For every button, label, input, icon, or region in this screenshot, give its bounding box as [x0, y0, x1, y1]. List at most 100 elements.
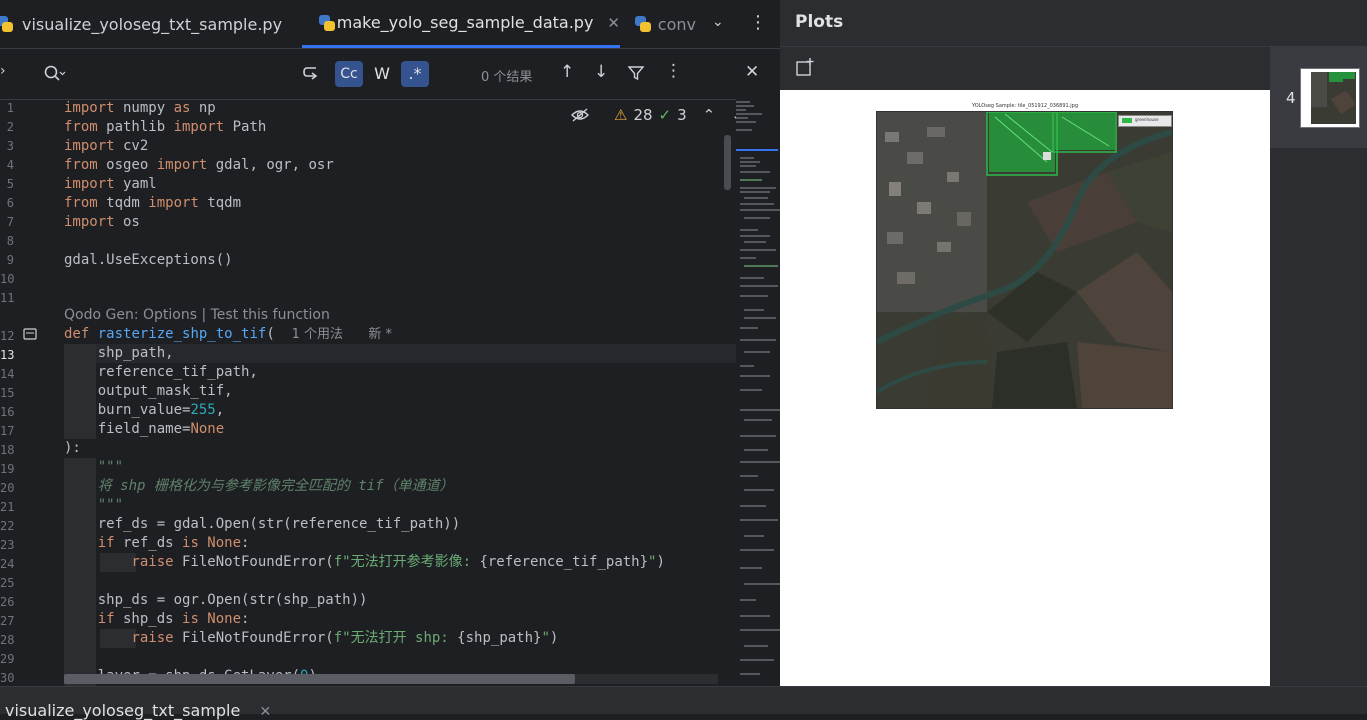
replace-icon[interactable]: [302, 65, 320, 83]
check-count: 3: [677, 106, 687, 124]
regex-toggle[interactable]: .*: [401, 61, 429, 87]
find-bar: › Cc W .* 0 个结果 ↑ ↓ ⋮ ✕: [0, 49, 780, 100]
line-number: 1: [6, 101, 14, 115]
line-number: 23: [0, 538, 15, 552]
editor-tab-bar: visualize_yoloseg_txt_sample.py make_yol…: [0, 0, 780, 49]
warning-icon: ⚠: [614, 106, 628, 124]
bottom-tool-bar: visualize_yoloseg_txt_sample ✕: [0, 686, 1367, 720]
arrow-down-icon[interactable]: ↓: [594, 62, 608, 82]
plot-axes: [876, 111, 1173, 409]
new-plot-icon[interactable]: [796, 58, 814, 76]
python-file-icon: [634, 15, 651, 33]
code-line-26: shp_ds = ogr.Open(str(shp_path)): [64, 592, 368, 608]
line-number: 24: [0, 557, 15, 571]
tab-make-yolo-seg[interactable]: make_yolo_seg_sample_data.py ✕: [302, 0, 620, 48]
line-number: 9: [6, 253, 14, 267]
code-line-24: raise FileNotFoundError(f"无法打开参考影像: {ref…: [64, 554, 665, 570]
plots-title: Plots: [795, 12, 844, 32]
code-line-27: if shp_ds is None:: [64, 611, 250, 627]
code-line-2: from pathlib import Path: [64, 119, 267, 135]
line-number: 29: [0, 652, 15, 666]
vertical-scrollbar[interactable]: [724, 135, 731, 190]
usage-hint[interactable]: 1 个用法: [292, 327, 343, 342]
plots-panel: Plots YOLOseg Sample: tile_051912_036891…: [780, 0, 1367, 686]
run-tab[interactable]: visualize_yoloseg_txt_sample ✕: [5, 701, 271, 720]
code-line-22: ref_ds = gdal.Open(str(reference_tif_pat…: [64, 516, 461, 532]
line-number: 14: [0, 367, 15, 381]
tab-conv[interactable]: conv: [634, 0, 696, 48]
line-number: 28: [0, 633, 15, 647]
code-line-21: """: [64, 497, 124, 513]
filter-icon[interactable]: [628, 65, 644, 81]
plots-header: Plots: [780, 0, 1367, 47]
warning-count: 28: [633, 106, 653, 124]
close-icon[interactable]: ✕: [259, 704, 271, 720]
tab-label: conv: [657, 14, 696, 34]
code-line-3: import cv2: [64, 138, 149, 154]
code-line-9: gdal.UseExceptions(): [64, 252, 233, 268]
line-number: 22: [0, 519, 15, 533]
horizontal-scrollbar[interactable]: [64, 674, 575, 684]
inspection-widget[interactable]: ⚠ 28 ✓ 3 ⌃ ⌄: [570, 106, 744, 124]
plot-count: 4: [1286, 89, 1296, 107]
match-case-toggle[interactable]: Cc: [335, 61, 363, 87]
line-number: 4: [6, 158, 14, 172]
line-number: 2: [6, 120, 14, 134]
line-number: 3: [6, 139, 14, 153]
line-number: 25: [0, 576, 15, 590]
code-line-19: """: [64, 459, 124, 475]
code-line-1: import numpy as np: [64, 100, 216, 116]
codelens-qodo[interactable]: Qodo Gen: Options | Test this function: [64, 306, 330, 325]
plot-thumbnails: 4: [1270, 46, 1367, 148]
editor-pane: visualize_yoloseg_txt_sample.py make_yol…: [0, 0, 782, 686]
line-number: 17: [0, 424, 15, 438]
close-icon[interactable]: ✕: [745, 62, 759, 82]
code-line-18: ):: [64, 440, 81, 456]
code-line-12: def rasterize_shp_to_tif( 1 个用法 新 *: [64, 326, 392, 342]
line-number: 5: [6, 177, 14, 191]
line-number: 11: [0, 291, 15, 305]
code-line-20: 将 shp 栅格化为与参考影像完全匹配的 tif（单通道）: [64, 478, 454, 494]
line-number: 12: [0, 329, 15, 343]
line-number: 26: [0, 595, 15, 609]
tab-label: visualize_yoloseg_txt_sample.py: [22, 14, 283, 34]
line-number: 21: [0, 500, 15, 514]
plot-canvas[interactable]: YOLOseg Sample: tile_051912_036891.jpg g…: [780, 90, 1270, 686]
whole-words-toggle[interactable]: W: [368, 61, 396, 87]
more-vertical-icon[interactable]: ⋮: [665, 61, 682, 81]
code-line-28: raise FileNotFoundError(f"无法打开 shp: {shp…: [64, 630, 559, 646]
tab-visualize-yoloseg[interactable]: visualize_yoloseg_txt_sample.py: [0, 0, 282, 48]
more-vertical-icon[interactable]: ⋮: [749, 12, 767, 33]
chevron-down-icon[interactable]: ⌄: [712, 14, 724, 30]
line-number: 7: [6, 215, 14, 229]
code-line-5: import yaml: [64, 176, 157, 192]
line-number: 18: [0, 443, 15, 457]
code-line-4: from osgeo import gdal, ogr, osr: [64, 157, 334, 173]
code-line-15: output_mask_tif,: [64, 383, 233, 399]
code-line-14: reference_tif_path,: [64, 364, 258, 380]
line-number: 8: [6, 234, 14, 248]
run-tab-label: visualize_yoloseg_txt_sample: [5, 701, 241, 720]
line-number: 30: [0, 671, 15, 685]
minimap[interactable]: [736, 99, 782, 686]
code-line-16: burn_value=255,: [64, 402, 225, 418]
line-number: 27: [0, 614, 15, 628]
code-line-17: field_name=None: [64, 421, 225, 437]
code-line-6: from tqdm import tqdm: [64, 195, 242, 211]
eye-off-icon[interactable]: [570, 107, 590, 123]
figure-title: YOLOseg Sample: tile_051912_036891.jpg: [971, 103, 1079, 109]
chevron-up-icon[interactable]: ⌃: [703, 106, 716, 124]
line-number: 16: [0, 405, 15, 419]
python-file-icon: [318, 14, 335, 32]
chevron-right-icon[interactable]: ›: [0, 63, 6, 79]
arrow-up-icon[interactable]: ↑: [560, 62, 574, 82]
line-number: 13: [0, 348, 15, 362]
code-line-7: import os: [64, 214, 140, 230]
plot-thumbnail[interactable]: [1300, 68, 1360, 128]
line-number: 20: [0, 481, 15, 495]
code-line-13: shp_path,: [64, 345, 174, 361]
close-icon[interactable]: ✕: [607, 14, 620, 32]
new-hint: 新 *: [368, 327, 392, 342]
search-icon[interactable]: [44, 65, 66, 83]
run-gutter-icon[interactable]: [23, 328, 37, 340]
